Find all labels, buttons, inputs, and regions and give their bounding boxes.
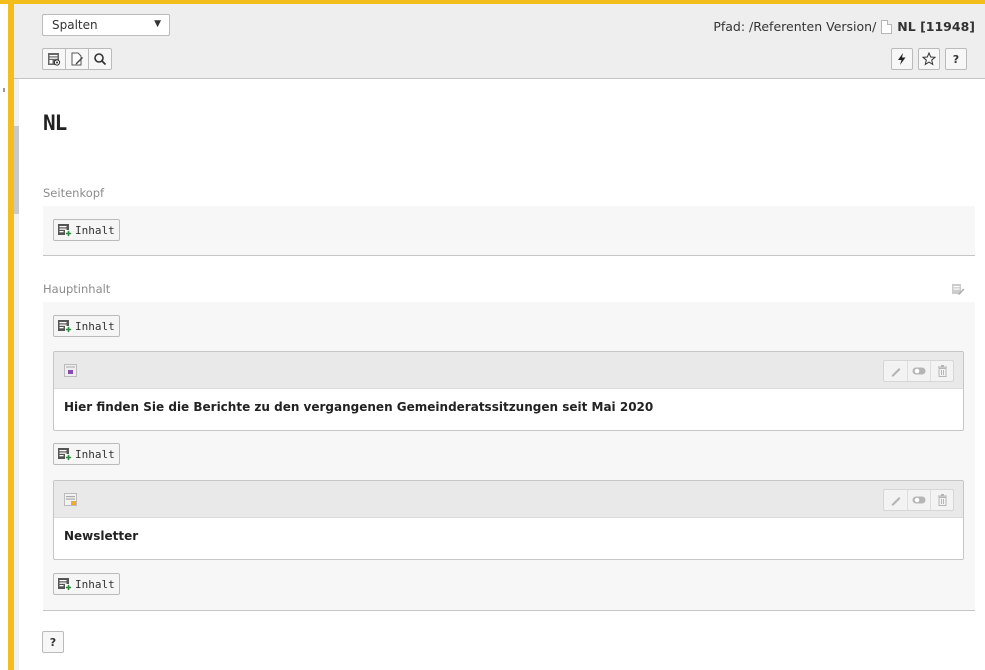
toggle-icon (912, 367, 926, 375)
flash-clear-cache-icon (898, 53, 906, 65)
add-content-button[interactable]: Inhalt (53, 315, 120, 337)
column-header-seitenkopf: Seitenkopf (43, 186, 975, 207)
content-element[interactable]: Hier finden Sie die Berichte zu den verg… (53, 351, 964, 431)
add-content-label: Inhalt (75, 447, 115, 461)
help-icon: ? (49, 635, 57, 649)
breadcrumb-page-name: NL [11948] (897, 19, 975, 34)
search-icon (94, 53, 107, 66)
edit-button[interactable] (884, 490, 907, 510)
content-element-header (54, 352, 963, 389)
edit-page-button[interactable] (65, 48, 89, 70)
bookmark-button[interactable] (918, 48, 940, 70)
add-content-icon (58, 578, 72, 591)
clear-cache-button[interactable] (891, 48, 913, 70)
pencil-icon (891, 368, 900, 377)
edit-column-icon[interactable] (951, 282, 965, 296)
help-button[interactable]: ? (945, 48, 967, 70)
add-content-icon (58, 224, 72, 237)
docheader: Spalten ▼ Pfad: /Referenten Version/ NL … (14, 4, 985, 79)
add-content-label: Inhalt (75, 319, 115, 333)
text-icon (64, 493, 77, 506)
chevron-down-icon: ▼ (154, 19, 161, 29)
view-select-value: Spalten (52, 18, 98, 32)
breadcrumb-path: Pfad: /Referenten Version/ (713, 19, 877, 34)
left-button-group (42, 48, 112, 70)
content-element[interactable]: Newsletter (53, 480, 964, 560)
plugin-icon (64, 364, 77, 377)
view-select[interactable]: Spalten ▼ (42, 14, 170, 36)
column-title: Hauptinhalt (43, 282, 111, 296)
content-element-actions (883, 360, 954, 382)
column-hauptinhalt: Inhalt Hier finden Sie die Berichte zu d… (43, 302, 975, 611)
trash-icon (937, 365, 947, 377)
add-content-icon (58, 320, 72, 333)
content-element-text: Hier finden Sie die Berichte zu den verg… (64, 400, 654, 414)
add-content-button[interactable]: Inhalt (53, 443, 120, 465)
delete-button[interactable] (930, 361, 953, 381)
add-content-icon (58, 448, 72, 461)
left-gutter (0, 0, 8, 670)
content-element-actions (883, 489, 954, 511)
breadcrumb: Pfad: /Referenten Version/ NL [11948] (713, 19, 975, 34)
help-icon: ? (952, 52, 960, 66)
page-title: NL (43, 111, 67, 135)
toggle-icon (912, 496, 926, 504)
column-title: Seitenkopf (43, 186, 105, 200)
add-content-button[interactable]: Inhalt (53, 573, 120, 595)
delete-button[interactable] (930, 490, 953, 510)
add-content-label: Inhalt (75, 577, 115, 591)
view-webpage-icon (48, 53, 61, 66)
page-icon (881, 19, 893, 34)
scrollbar[interactable] (14, 78, 19, 670)
content-element-header (54, 481, 963, 518)
edit-page-icon (71, 52, 83, 66)
toggle-visibility-button[interactable] (907, 490, 930, 510)
scrollbar-thumb[interactable] (14, 126, 19, 214)
pencil-icon (891, 497, 900, 506)
trash-icon (937, 494, 947, 506)
view-webpage-button[interactable] (42, 48, 66, 70)
content-element-text: Newsletter (64, 529, 139, 543)
column-header-hauptinhalt: Hauptinhalt (43, 282, 975, 303)
bookmark-star-icon (922, 52, 936, 66)
help-button[interactable]: ? (42, 631, 64, 653)
edit-button[interactable] (884, 361, 907, 381)
toggle-visibility-button[interactable] (907, 361, 930, 381)
add-content-label: Inhalt (75, 223, 115, 237)
add-content-button[interactable]: Inhalt (53, 219, 120, 241)
column-seitenkopf: Inhalt (43, 206, 975, 256)
search-button[interactable] (88, 48, 112, 70)
